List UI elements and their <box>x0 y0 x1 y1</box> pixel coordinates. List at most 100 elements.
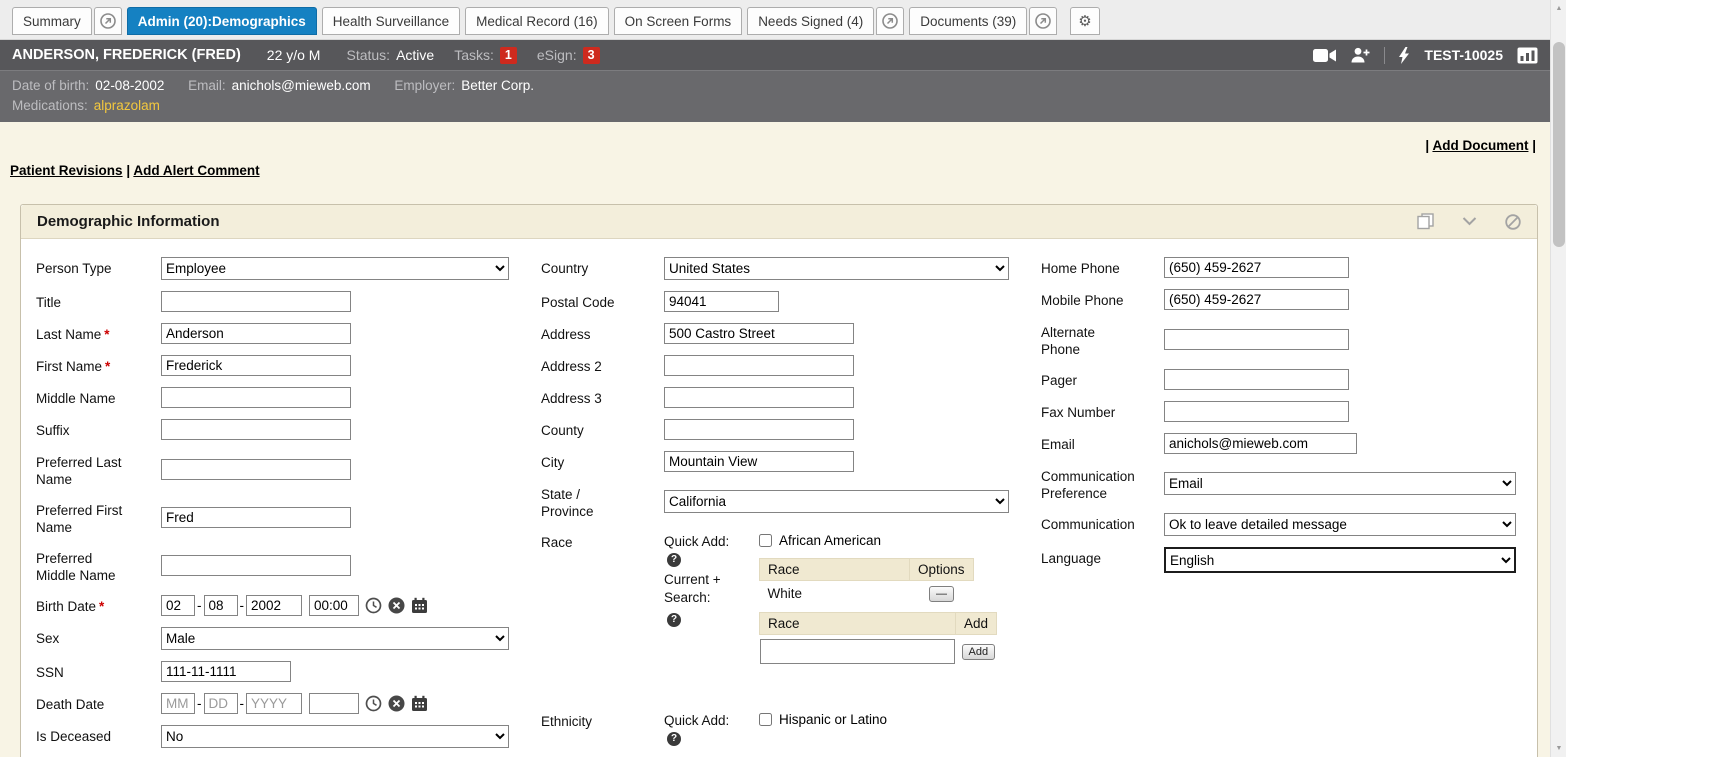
birth-year-input[interactable] <box>246 595 302 616</box>
clear-date-icon[interactable] <box>388 597 405 614</box>
patient-revisions-link[interactable]: Patient Revisions <box>10 163 123 178</box>
tab-admin-label: Admin (20):Demographics <box>138 14 306 29</box>
tab-needs-signed[interactable]: Needs Signed (4) <box>747 7 874 35</box>
middle-name-input[interactable] <box>161 387 351 408</box>
email-input[interactable] <box>1164 433 1357 454</box>
title-input[interactable] <box>161 291 351 312</box>
city-input[interactable] <box>664 451 854 472</box>
esign-count-badge[interactable]: 3 <box>583 47 600 64</box>
ethnicity-hispanic-option[interactable]: Hispanic or Latino <box>759 710 887 727</box>
county-input[interactable] <box>664 419 854 440</box>
tab-health-surveillance[interactable]: Health Surveillance <box>322 7 460 35</box>
help-icon[interactable]: ? <box>667 732 681 746</box>
tab-admin-demographics[interactable]: Admin (20):Demographics <box>127 7 317 35</box>
person-type-select[interactable]: Employee <box>161 257 509 280</box>
address2-input[interactable] <box>664 355 854 376</box>
add-user-icon[interactable] <box>1351 47 1370 63</box>
communication-select[interactable]: Ok to leave detailed message <box>1164 513 1516 536</box>
hispanic-latino-checkbox[interactable] <box>759 713 772 726</box>
language-select[interactable]: English <box>1164 547 1516 573</box>
race-add-input[interactable] <box>760 639 955 664</box>
birth-time-input[interactable] <box>309 595 359 616</box>
communication-preference-select[interactable]: Email <box>1164 472 1516 495</box>
death-time-input[interactable] <box>309 693 359 714</box>
race-current-search-label: Current + Search: <box>664 572 721 605</box>
tab-summary[interactable]: Summary <box>12 7 92 35</box>
disable-icon[interactable] <box>1505 214 1521 230</box>
email-label: Email <box>1041 433 1164 454</box>
state-province-select[interactable]: California <box>664 490 1009 513</box>
lightning-bolt-icon[interactable] <box>1399 47 1410 64</box>
death-month-input[interactable] <box>161 693 195 714</box>
alternate-phone-input[interactable] <box>1164 329 1349 350</box>
birth-day-input[interactable] <box>204 595 238 616</box>
options-column-header: Options <box>910 559 974 581</box>
fax-number-input[interactable] <box>1164 401 1349 422</box>
first-name-input[interactable] <box>161 355 351 376</box>
suffix-input[interactable] <box>161 419 351 440</box>
mobile-phone-input[interactable] <box>1164 289 1349 310</box>
suffix-label: Suffix <box>36 419 161 440</box>
help-icon[interactable]: ? <box>667 553 681 567</box>
print-icon[interactable] <box>1417 213 1434 230</box>
calendar-icon[interactable] <box>411 695 428 712</box>
summary-popout-button[interactable] <box>94 7 122 35</box>
needs-signed-popout-button[interactable] <box>876 7 904 35</box>
form-column-left: Person Type Employee Title Last Name* Fi… <box>36 257 536 757</box>
scrollbar-thumb[interactable] <box>1553 42 1565 247</box>
chart-stats-icon[interactable] <box>1517 47 1538 64</box>
dob-value: 02-08-2002 <box>95 76 164 96</box>
collapse-chevron-icon[interactable] <box>1462 217 1477 226</box>
county-label: County <box>541 419 664 440</box>
postal-code-input[interactable] <box>664 291 779 312</box>
scroll-down-arrow-icon[interactable]: ▼ <box>1551 745 1567 752</box>
scroll-up-arrow-icon[interactable]: ▲ <box>1551 5 1567 12</box>
preferred-last-name-input[interactable] <box>161 459 351 480</box>
death-year-input[interactable] <box>246 693 302 714</box>
address3-input[interactable] <box>664 387 854 408</box>
last-name-input[interactable] <box>161 323 351 344</box>
ssn-input[interactable] <box>161 661 291 682</box>
race-african-american-option[interactable]: African American <box>759 531 997 548</box>
status-label: Status: <box>346 47 390 63</box>
sex-select[interactable]: Male <box>161 627 509 650</box>
calendar-icon[interactable] <box>411 597 428 614</box>
preferred-middle-name-input[interactable] <box>161 555 351 576</box>
clock-icon[interactable] <box>365 597 382 614</box>
form-row: Communication Preference Email <box>1041 465 1537 502</box>
add-document-link[interactable]: Add Document <box>1432 138 1528 153</box>
race-remove-button[interactable]: — <box>929 586 954 602</box>
tab-settings-button[interactable]: ⚙ <box>1070 7 1099 35</box>
african-american-checkbox[interactable] <box>759 534 772 547</box>
address-input[interactable] <box>664 323 854 344</box>
race-column-header: Race <box>760 559 910 581</box>
pager-input[interactable] <box>1164 369 1349 390</box>
is-deceased-select[interactable]: No <box>161 725 509 748</box>
home-phone-input[interactable] <box>1164 257 1349 278</box>
add-alert-comment-link[interactable]: Add Alert Comment <box>133 163 259 178</box>
vertical-scrollbar[interactable]: ▲ ▼ <box>1550 0 1566 757</box>
race-add-button[interactable]: Add <box>962 644 996 660</box>
patient-name: ANDERSON, FREDERICK (FRED) <box>12 47 241 63</box>
tasks-label: Tasks: <box>454 47 494 63</box>
video-camera-icon[interactable] <box>1313 48 1337 63</box>
tab-medical-record[interactable]: Medical Record (16) <box>465 7 609 35</box>
tab-bar: Summary Admin (20):Demographics Health S… <box>0 0 1550 40</box>
medications-value[interactable]: alprazolam <box>94 96 160 116</box>
postal-code-label: Postal Code <box>541 291 664 312</box>
help-icon[interactable]: ? <box>667 613 681 627</box>
birth-month-input[interactable] <box>161 595 195 616</box>
tab-summary-label: Summary <box>23 14 81 29</box>
documents-popout-button[interactable] <box>1029 7 1057 35</box>
tab-on-screen-forms[interactable]: On Screen Forms <box>614 7 743 35</box>
death-day-input[interactable] <box>204 693 238 714</box>
tab-documents[interactable]: Documents (39) <box>909 7 1027 35</box>
clock-icon[interactable] <box>365 695 382 712</box>
country-select[interactable]: United States <box>664 257 1009 280</box>
clear-date-icon[interactable] <box>388 695 405 712</box>
demographics-panel: Demographic Information Person Type Empl… <box>20 204 1538 757</box>
patient-header-bar: ANDERSON, FREDERICK (FRED) 22 y/o M Stat… <box>0 40 1550 70</box>
preferred-first-name-input[interactable] <box>161 507 351 528</box>
form-row: Address 3 <box>541 387 1036 408</box>
tasks-count-badge[interactable]: 1 <box>500 47 517 64</box>
